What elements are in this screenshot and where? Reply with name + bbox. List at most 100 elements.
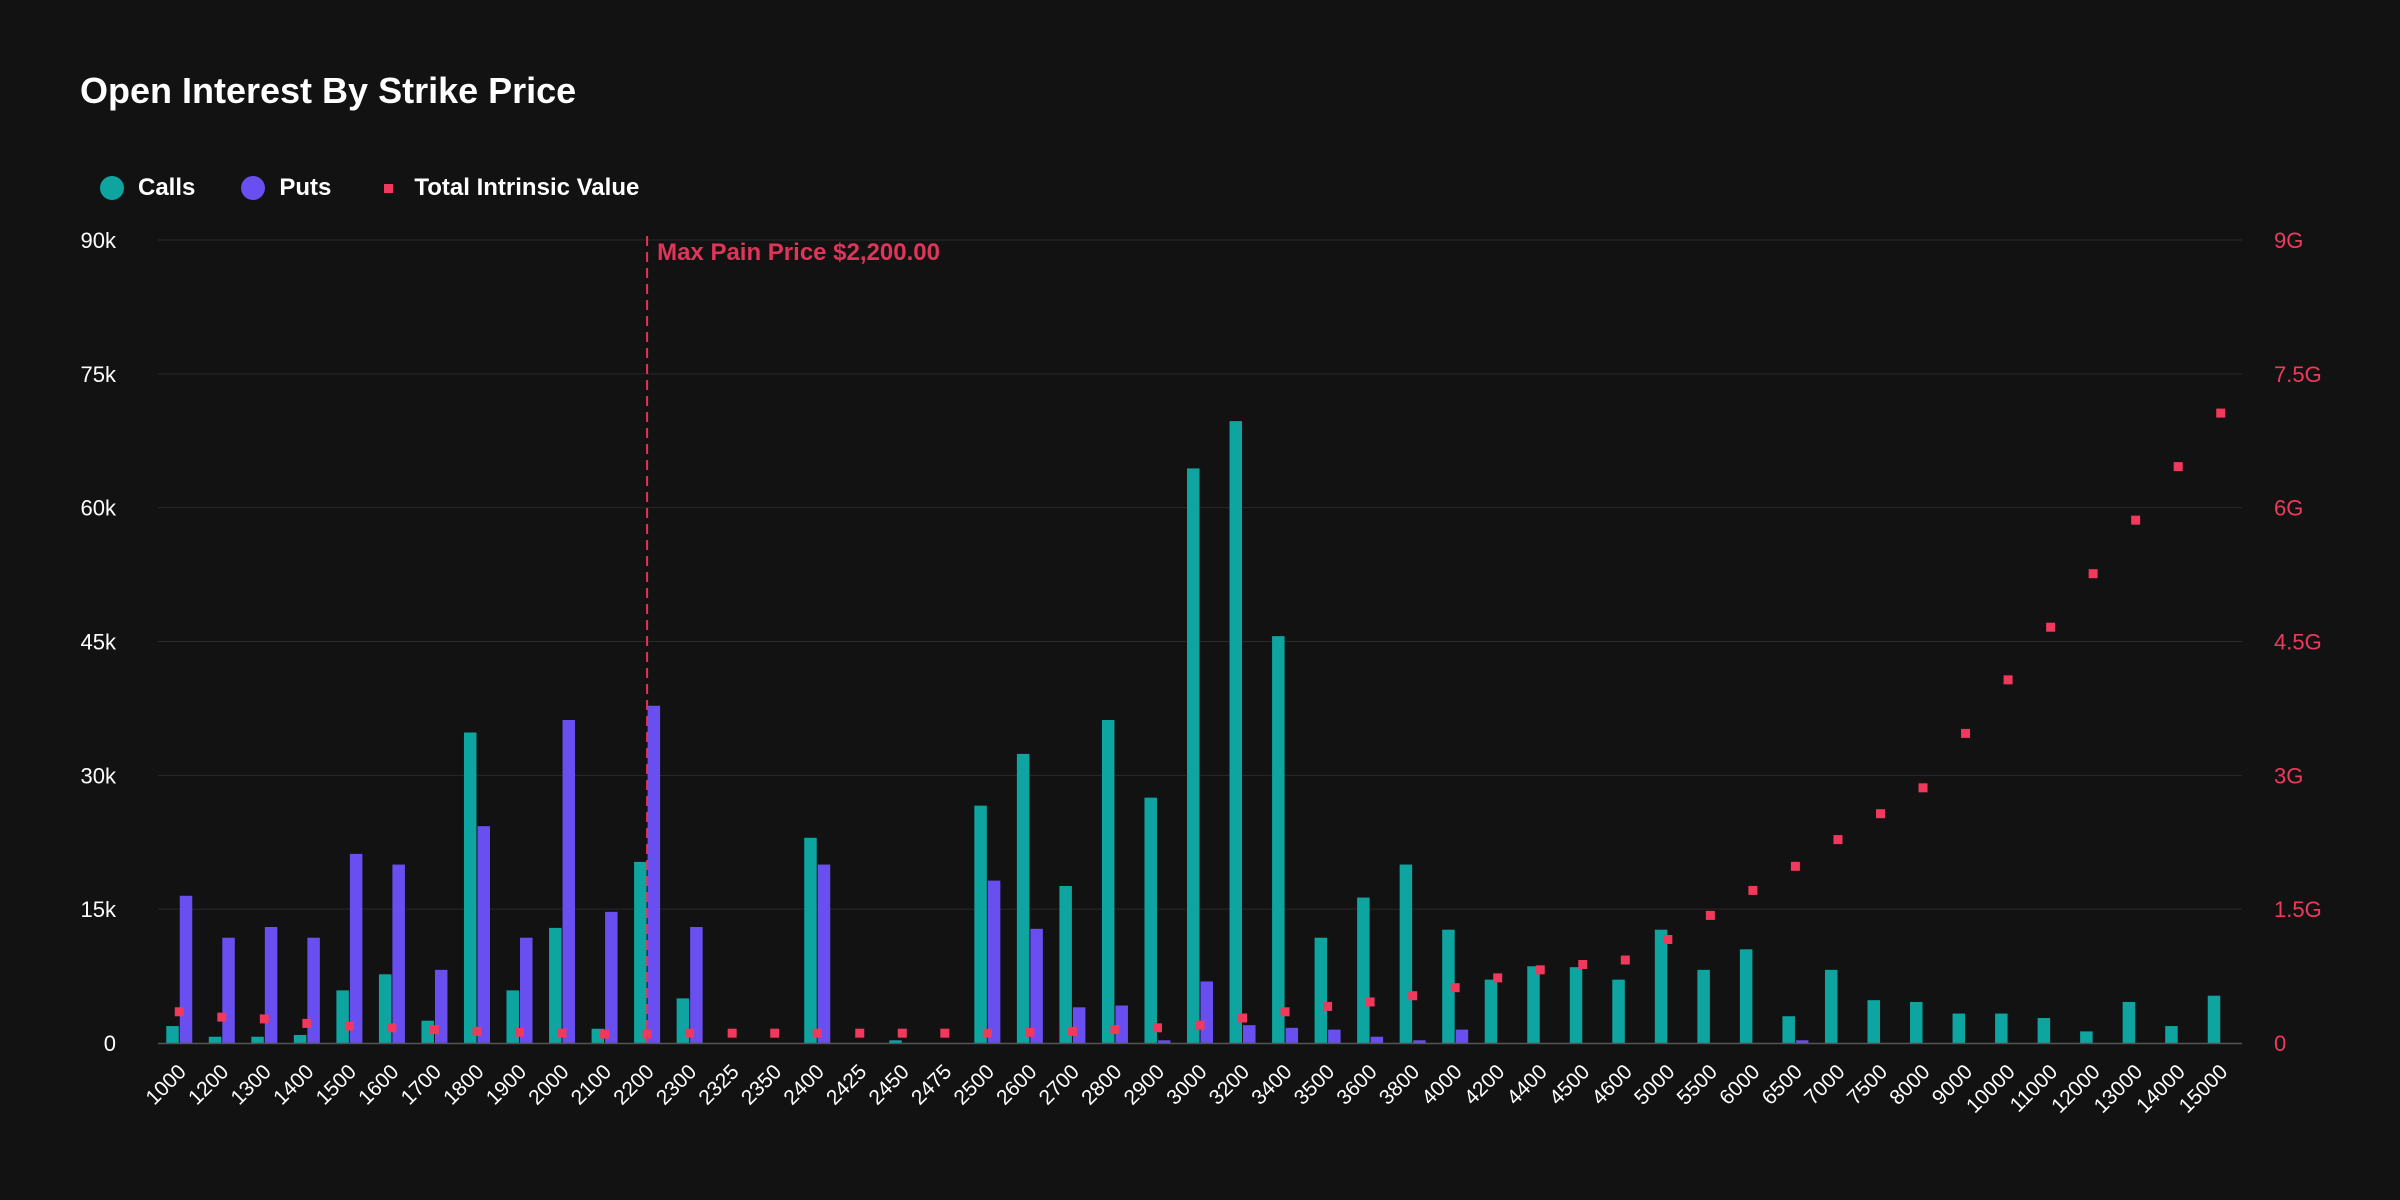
calls-bar[interactable] xyxy=(974,805,987,1043)
puts-bar[interactable] xyxy=(987,880,1001,1043)
intrinsic-value-point[interactable] xyxy=(302,1018,312,1028)
intrinsic-value-point[interactable] xyxy=(1535,965,1545,975)
calls-bar[interactable] xyxy=(1824,969,1838,1043)
calls-bar[interactable] xyxy=(1272,636,1285,1043)
puts-bar[interactable] xyxy=(605,911,618,1043)
puts-bar[interactable] xyxy=(1157,1040,1171,1043)
calls-bar[interactable] xyxy=(1569,967,1583,1043)
intrinsic-value-point[interactable] xyxy=(1790,861,1800,871)
puts-bar[interactable] xyxy=(1200,981,1214,1043)
calls-bar[interactable] xyxy=(1952,1013,1966,1043)
calls-bar[interactable] xyxy=(1910,1001,1923,1043)
puts-bar[interactable] xyxy=(1030,928,1043,1043)
intrinsic-value-point[interactable] xyxy=(174,1007,184,1017)
intrinsic-value-point[interactable] xyxy=(1493,973,1503,983)
intrinsic-value-point[interactable] xyxy=(387,1023,397,1033)
calls-bar[interactable] xyxy=(293,1034,307,1043)
calls-bar[interactable] xyxy=(1016,753,1030,1043)
puts-bar[interactable] xyxy=(1795,1040,1809,1043)
calls-bar[interactable] xyxy=(1484,979,1498,1043)
calls-bar[interactable] xyxy=(889,1040,902,1043)
calls-bar[interactable] xyxy=(2122,1001,2136,1043)
intrinsic-value-point[interactable] xyxy=(1918,783,1928,793)
intrinsic-value-point[interactable] xyxy=(1110,1025,1120,1035)
puts-bar[interactable] xyxy=(1328,1029,1341,1043)
calls-bar[interactable] xyxy=(804,837,817,1043)
intrinsic-value-point[interactable] xyxy=(855,1028,865,1038)
calls-bar[interactable] xyxy=(1867,1000,1880,1043)
puts-bar[interactable] xyxy=(222,937,235,1043)
calls-bar[interactable] xyxy=(2207,995,2221,1043)
intrinsic-value-point[interactable] xyxy=(685,1028,695,1038)
calls-bar[interactable] xyxy=(1612,979,1625,1043)
intrinsic-value-point[interactable] xyxy=(472,1026,482,1036)
intrinsic-value-point[interactable] xyxy=(1323,1001,1333,1011)
intrinsic-value-point[interactable] xyxy=(1280,1007,1290,1017)
puts-bar[interactable] xyxy=(520,937,533,1043)
calls-bar[interactable] xyxy=(549,927,562,1043)
intrinsic-value-point[interactable] xyxy=(770,1028,780,1038)
calls-bar[interactable] xyxy=(463,732,477,1043)
calls-bar[interactable] xyxy=(378,974,392,1043)
calls-bar[interactable] xyxy=(251,1036,264,1043)
puts-bar[interactable] xyxy=(1413,1040,1426,1043)
puts-bar[interactable] xyxy=(562,720,576,1043)
puts-bar[interactable] xyxy=(1285,1027,1299,1043)
calls-bar[interactable] xyxy=(1187,468,1200,1043)
intrinsic-value-point[interactable] xyxy=(2088,569,2098,579)
intrinsic-value-point[interactable] xyxy=(812,1028,822,1038)
intrinsic-value-point[interactable] xyxy=(1238,1013,1248,1023)
puts-bar[interactable] xyxy=(690,927,703,1043)
calls-bar[interactable] xyxy=(1654,929,1668,1043)
calls-bar[interactable] xyxy=(2080,1031,2093,1043)
calls-bar[interactable] xyxy=(1697,969,1710,1043)
intrinsic-value-point[interactable] xyxy=(897,1028,907,1038)
calls-bar[interactable] xyxy=(336,990,349,1043)
calls-bar[interactable] xyxy=(1739,949,1753,1043)
puts-bar[interactable] xyxy=(477,826,490,1043)
calls-bar[interactable] xyxy=(1229,421,1243,1044)
intrinsic-value-point[interactable] xyxy=(1025,1027,1035,1037)
puts-bar[interactable] xyxy=(1243,1025,1256,1043)
intrinsic-value-point[interactable] xyxy=(1195,1020,1205,1030)
intrinsic-value-point[interactable] xyxy=(1705,910,1715,920)
calls-bar[interactable] xyxy=(634,861,647,1043)
calls-bar[interactable] xyxy=(1059,885,1072,1043)
intrinsic-value-point[interactable] xyxy=(1620,955,1630,965)
puts-bar[interactable] xyxy=(264,927,278,1043)
intrinsic-value-point[interactable] xyxy=(2216,408,2226,418)
calls-bar[interactable] xyxy=(1527,966,1540,1043)
intrinsic-value-point[interactable] xyxy=(1408,991,1418,1001)
puts-bar[interactable] xyxy=(1115,1005,1128,1043)
puts-bar[interactable] xyxy=(1072,1007,1086,1043)
intrinsic-value-point[interactable] xyxy=(1833,835,1843,845)
calls-bar[interactable] xyxy=(1101,720,1115,1043)
calls-bar[interactable] xyxy=(208,1036,222,1043)
intrinsic-value-point[interactable] xyxy=(259,1014,269,1024)
intrinsic-value-point[interactable] xyxy=(1875,809,1885,819)
intrinsic-value-point[interactable] xyxy=(2173,462,2183,472)
intrinsic-value-point[interactable] xyxy=(429,1025,439,1035)
intrinsic-value-point[interactable] xyxy=(1450,983,1460,993)
puts-bar[interactable] xyxy=(817,864,831,1043)
intrinsic-value-point[interactable] xyxy=(2131,515,2141,525)
intrinsic-value-point[interactable] xyxy=(2046,622,2056,632)
intrinsic-value-point[interactable] xyxy=(344,1021,354,1031)
puts-bar[interactable] xyxy=(179,895,193,1043)
calls-bar[interactable] xyxy=(1995,1013,2008,1043)
intrinsic-value-point[interactable] xyxy=(217,1012,227,1022)
calls-bar[interactable] xyxy=(2165,1026,2178,1043)
puts-bar[interactable] xyxy=(1455,1029,1469,1043)
calls-bar[interactable] xyxy=(2037,1018,2051,1043)
intrinsic-value-point[interactable] xyxy=(1961,728,1971,738)
intrinsic-value-point[interactable] xyxy=(557,1028,567,1038)
intrinsic-value-point[interactable] xyxy=(600,1029,610,1039)
intrinsic-value-point[interactable] xyxy=(982,1028,992,1038)
intrinsic-value-point[interactable] xyxy=(515,1027,525,1037)
intrinsic-value-point[interactable] xyxy=(1152,1023,1162,1033)
puts-bar[interactable] xyxy=(1370,1036,1384,1043)
puts-bar[interactable] xyxy=(392,864,405,1043)
calls-bar[interactable] xyxy=(1314,937,1328,1043)
intrinsic-value-point[interactable] xyxy=(727,1028,737,1038)
calls-bar[interactable] xyxy=(1357,897,1370,1043)
